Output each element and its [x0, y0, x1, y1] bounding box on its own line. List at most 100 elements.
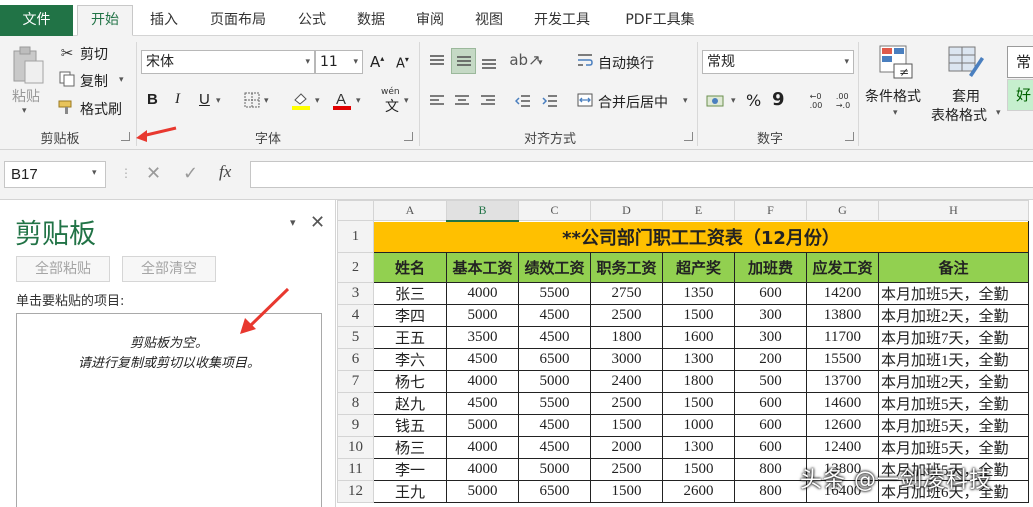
underline-button[interactable]: U — [199, 91, 210, 108]
row-header[interactable]: 7 — [337, 370, 374, 393]
table-cell[interactable]: 4500 — [446, 392, 519, 415]
font-launcher-icon[interactable] — [404, 132, 413, 141]
table-cell[interactable]: 本月加班2天，全勤 — [878, 370, 1029, 393]
close-icon[interactable]: ✕ — [310, 212, 325, 233]
table-cell[interactable]: 14200 — [806, 282, 879, 305]
table-cell[interactable]: 800 — [734, 480, 807, 503]
table-cell[interactable]: 4500 — [518, 326, 591, 349]
table-cell[interactable]: 4000 — [446, 458, 519, 481]
tab-formulas[interactable]: 公式 — [288, 7, 336, 35]
row-header[interactable]: 8 — [337, 392, 374, 415]
currency-dropdown-icon[interactable]: ▾ — [731, 96, 736, 106]
tab-data[interactable]: 数据 — [347, 7, 395, 35]
table-cell[interactable]: 4500 — [518, 304, 591, 327]
column-header[interactable]: B — [446, 200, 519, 222]
header-cell[interactable]: 加班费 — [734, 252, 807, 283]
conditional-dropdown-icon[interactable]: ▾ — [893, 108, 898, 118]
column-header[interactable]: C — [518, 200, 591, 221]
table-cell[interactable]: 本月加班5天，全勤 — [878, 436, 1029, 459]
table-cell[interactable]: 李六 — [373, 348, 447, 371]
name-box-dropdown-icon[interactable]: ▾ — [92, 168, 97, 178]
table-cell[interactable]: 5000 — [446, 480, 519, 503]
paste-button[interactable]: 粘贴 — [12, 86, 40, 106]
fill-color-icon[interactable] — [290, 89, 312, 111]
currency-icon[interactable] — [705, 91, 727, 111]
header-cell[interactable]: 备注 — [878, 252, 1029, 283]
table-cell[interactable]: 6500 — [518, 348, 591, 371]
orientation-icon[interactable]: ab↗ — [509, 49, 540, 71]
table-cell[interactable]: 12600 — [806, 414, 879, 437]
table-cell[interactable]: 1500 — [590, 414, 663, 437]
name-box[interactable]: B17 — [4, 161, 106, 188]
paste-dropdown-icon[interactable]: ▾ — [22, 106, 27, 116]
italic-button[interactable]: I — [175, 91, 180, 108]
insert-function-icon[interactable]: fx — [219, 162, 231, 182]
table-cell[interactable]: 11700 — [806, 326, 879, 349]
increase-indent-icon[interactable] — [540, 91, 560, 111]
table-cell[interactable]: 5000 — [518, 458, 591, 481]
tab-page-layout[interactable]: 页面布局 — [200, 7, 276, 35]
paste-icon[interactable] — [10, 44, 46, 86]
table-cell[interactable]: 1800 — [590, 326, 663, 349]
table-cell[interactable]: 1300 — [662, 348, 735, 371]
header-cell[interactable]: 姓名 — [373, 252, 447, 283]
splitter-icon[interactable]: ⋮ — [120, 166, 132, 180]
decrease-decimal-icon[interactable]: .00 →.0 — [832, 89, 854, 113]
row-header[interactable]: 9 — [337, 414, 374, 437]
paste-all-button[interactable]: 全部粘贴 — [16, 256, 110, 282]
table-cell[interactable]: 5000 — [446, 304, 519, 327]
font-size-select[interactable]: 11 ▾ — [315, 50, 363, 74]
copy-dropdown-icon[interactable]: ▾ — [119, 75, 124, 85]
row-header[interactable]: 4 — [337, 304, 374, 327]
decrease-indent-icon[interactable] — [513, 91, 533, 111]
row-header[interactable]: 3 — [337, 282, 374, 305]
align-bottom-icon[interactable] — [478, 52, 500, 74]
percent-button[interactable]: % — [746, 91, 761, 110]
table-cell[interactable]: 赵九 — [373, 392, 447, 415]
table-cell[interactable]: 4000 — [446, 370, 519, 393]
tab-home[interactable]: 开始 — [77, 5, 133, 36]
table-cell[interactable]: 6500 — [518, 480, 591, 503]
border-dropdown-icon[interactable]: ▾ — [264, 96, 269, 106]
table-cell[interactable]: 本月加班2天，全勤 — [878, 304, 1029, 327]
format-painter-button[interactable]: 格式刷 — [80, 99, 122, 119]
table-cell[interactable]: 2600 — [662, 480, 735, 503]
table-cell[interactable]: 600 — [734, 414, 807, 437]
orientation-dropdown-icon[interactable]: ▾ — [538, 58, 543, 68]
formula-input[interactable] — [250, 161, 1033, 188]
table-cell[interactable]: 1600 — [662, 326, 735, 349]
column-header[interactable]: F — [734, 200, 807, 221]
clipboard-launcher-icon[interactable] — [121, 132, 130, 141]
number-format-select[interactable]: 常规 ▾ — [702, 50, 854, 74]
table-cell[interactable]: 杨三 — [373, 436, 447, 459]
confirm-icon[interactable]: ✓ — [183, 163, 198, 184]
table-cell[interactable]: 1350 — [662, 282, 735, 305]
merge-dropdown-icon[interactable]: ▾ — [683, 96, 688, 106]
cancel-icon[interactable]: ✕ — [146, 163, 161, 184]
row-header[interactable]: 5 — [337, 326, 374, 349]
header-cell[interactable]: 应发工资 — [806, 252, 879, 283]
table-cell[interactable]: 200 — [734, 348, 807, 371]
table-cell[interactable]: 4500 — [518, 414, 591, 437]
row-header[interactable]: 6 — [337, 348, 374, 371]
row-header[interactable]: 11 — [337, 458, 374, 481]
table-cell[interactable]: 王五 — [373, 326, 447, 349]
table-cell[interactable]: 12400 — [806, 436, 879, 459]
style-normal-tile[interactable]: 常 — [1007, 46, 1033, 78]
table-cell[interactable]: 4500 — [518, 436, 591, 459]
merge-center-button[interactable]: 合并后居中 — [598, 92, 668, 112]
table-cell[interactable]: 600 — [734, 436, 807, 459]
table-cell[interactable]: 600 — [734, 392, 807, 415]
increase-decimal-icon[interactable]: ←0.00 — [805, 89, 827, 113]
table-cell[interactable]: 1500 — [662, 304, 735, 327]
tab-view[interactable]: 视图 — [465, 7, 513, 35]
table-cell[interactable]: 2500 — [590, 304, 663, 327]
border-icon[interactable] — [242, 90, 262, 110]
table-cell[interactable]: 本月加班5天，全勤 — [878, 392, 1029, 415]
table-cell[interactable]: 3000 — [590, 348, 663, 371]
column-header[interactable]: E — [662, 200, 735, 221]
cut-button[interactable]: 剪切 — [80, 44, 108, 64]
worksheet-grid[interactable]: A B C D E F G H 1 **公司部门职工工资表（12月份） 2 姓名… — [337, 200, 1033, 507]
table-cell[interactable]: 本月加班1天，全勤 — [878, 348, 1029, 371]
row-header[interactable]: 1 — [337, 220, 374, 253]
